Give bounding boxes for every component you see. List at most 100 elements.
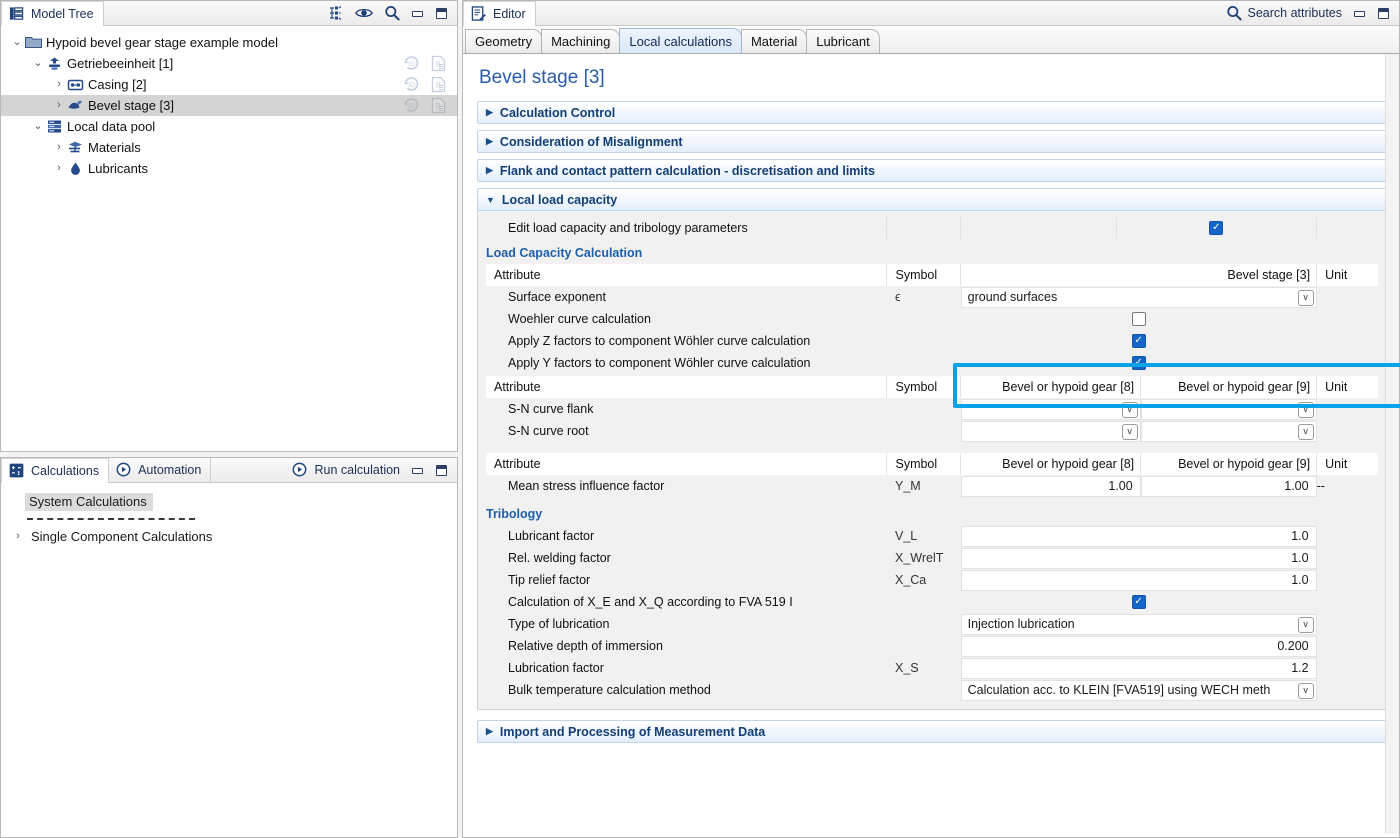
table-row-sn-curve-flank[interactable]: S-N curve flank v v <box>486 398 1378 420</box>
search-attributes-button[interactable]: Search attributes <box>1226 5 1343 21</box>
tab-model-tree[interactable]: Model Tree <box>1 1 104 26</box>
table-row-relative-depth-of-immersion[interactable]: Relative depth of immersion 0.200 <box>486 635 1378 657</box>
tab-local-calculations[interactable]: Local calculations <box>619 28 742 53</box>
chevron-down-icon[interactable]: v <box>1298 683 1314 699</box>
tab-editor[interactable]: Editor <box>463 1 536 26</box>
table-row-bulk-temperature-method[interactable]: Bulk temperature calculation method Calc… <box>486 679 1378 701</box>
table-row-lubricant-factor[interactable]: Lubricant factor V_L 1.0 <box>486 525 1378 547</box>
apply-z-factors-checkbox[interactable]: ✓ <box>1132 334 1146 348</box>
expander-icon[interactable]: ⌄ <box>30 58 46 69</box>
woehler-curve-checkbox-wrap[interactable]: ✓ <box>961 309 1317 330</box>
section-import-and-processing[interactable]: ▶ Import and Processing of Measurement D… <box>477 720 1387 743</box>
table-row-apply-y-factors[interactable]: Apply Y factors to component Wöhler curv… <box>486 352 1378 374</box>
editor-minimize-button[interactable] <box>1353 7 1366 20</box>
calc-item-single-component-calculations[interactable]: › Single Component Calculations <box>1 525 457 547</box>
mean-stress-input-9[interactable]: 1.00 <box>1141 476 1317 497</box>
3d-view-icon[interactable]: 3D <box>403 55 420 72</box>
calculation-xe-xq-checkbox[interactable]: ✓ <box>1132 595 1146 609</box>
tree-node-getriebeeinheit[interactable]: ⌄ Getriebeeinheit [1] 3D R <box>1 53 457 74</box>
table-row-apply-z-factors[interactable]: Apply Z factors to component Wöhler curv… <box>486 330 1378 352</box>
sn-curve-root-combo-9[interactable]: v <box>1141 421 1317 442</box>
bulk-temperature-method-combo[interactable]: Calculation acc. to KLEIN [FVA519] using… <box>961 680 1317 701</box>
table-row[interactable]: Edit load capacity and tribology paramet… <box>486 217 1378 239</box>
chevron-down-icon[interactable]: v <box>1122 424 1138 440</box>
chevron-down-icon[interactable]: v <box>1298 402 1314 418</box>
table-row-woehler-curve-calculation[interactable]: Woehler curve calculation ✓ <box>486 308 1378 330</box>
edit-params-checkbox[interactable]: ✓ <box>1209 221 1223 235</box>
calc-item-system-calculations[interactable]: System Calculations <box>1 491 457 513</box>
section-calculation-control[interactable]: ▶ Calculation Control <box>477 101 1387 124</box>
tree-node-local-data-pool[interactable]: ⌄ Local data pool <box>1 116 457 137</box>
lubrication-factor-input[interactable]: 1.2 <box>961 658 1317 679</box>
table-row-calculation-xe-xq[interactable]: Calculation of X_E and X_Q according to … <box>486 591 1378 613</box>
chevron-down-icon[interactable]: v <box>1298 290 1314 306</box>
table-row-lubrication-factor[interactable]: Lubrication factor X_S 1.2 <box>486 657 1378 679</box>
tip-relief-factor-value: 1.0 <box>1291 573 1308 587</box>
tab-calculations[interactable]: Calculations <box>1 458 109 483</box>
expander-icon[interactable]: › <box>51 79 67 90</box>
sn-curve-flank-combo-8[interactable]: v <box>961 399 1141 420</box>
model-tree-maximize-button[interactable] <box>435 7 448 20</box>
tree-node-materials[interactable]: › Materials <box>1 137 457 158</box>
tree-node-bevel-stage[interactable]: › Bevel stage [3] 3D R <box>1 95 457 116</box>
edit-params-checkbox-wrap[interactable]: ✓ <box>1117 218 1316 239</box>
eye-icon[interactable] <box>355 6 373 20</box>
expander-icon[interactable]: › <box>51 100 67 111</box>
editor-vertical-scrollbar[interactable] <box>1385 54 1399 834</box>
expander-icon[interactable]: › <box>9 531 27 542</box>
sn-curve-flank-combo-9[interactable]: v <box>1141 399 1317 420</box>
table-row-tip-relief-factor[interactable]: Tip relief factor X_Ca 1.0 <box>486 569 1378 591</box>
tab-lubricant[interactable]: Lubricant <box>806 29 879 53</box>
tree-node-casing[interactable]: › Casing [2] 3D R <box>1 74 457 95</box>
expander-icon[interactable]: › <box>51 163 67 174</box>
table-row-rel-welding-factor[interactable]: Rel. welding factor X_WrelT 1.0 <box>486 547 1378 569</box>
3d-view-icon[interactable]: 3D <box>403 97 420 114</box>
chevron-down-icon[interactable]: v <box>1122 402 1138 418</box>
relative-depth-input[interactable]: 0.200 <box>961 636 1317 657</box>
3d-view-icon[interactable]: 3D <box>403 76 420 93</box>
tab-machining[interactable]: Machining <box>541 29 620 53</box>
expander-icon[interactable]: › <box>51 142 67 153</box>
report-icon[interactable]: R <box>430 97 447 114</box>
editor-maximize-button[interactable] <box>1377 7 1390 20</box>
tree-filter-icon[interactable] <box>328 5 344 21</box>
table-row-type-of-lubrication[interactable]: Type of lubrication Injection lubricatio… <box>486 613 1378 635</box>
chevron-down-icon[interactable]: v <box>1298 617 1314 633</box>
section-flank-and-contact-pattern[interactable]: ▶ Flank and contact pattern calculation … <box>477 159 1387 182</box>
type-of-lubrication-combo[interactable]: Injection lubrication v <box>961 614 1317 635</box>
report-icon[interactable]: R <box>430 55 447 72</box>
expander-icon[interactable]: ⌄ <box>30 121 46 132</box>
surface-exponent-combo[interactable]: ground surfaces v <box>961 287 1317 308</box>
apply-z-factors-checkbox-wrap[interactable]: ✓ <box>961 331 1317 352</box>
section-consideration-of-misalignment[interactable]: ▶ Consideration of Misalignment <box>477 130 1387 153</box>
table-row-surface-exponent[interactable]: Surface exponent ϵ ground surfaces v <box>486 286 1378 308</box>
table-row-sn-curve-root[interactable]: S-N curve root v v <box>486 420 1378 442</box>
calculation-xe-xq-checkbox-wrap[interactable]: ✓ <box>961 592 1317 613</box>
tab-automation[interactable]: Automation <box>109 458 211 482</box>
search-icon[interactable] <box>384 5 400 21</box>
calculations-maximize-button[interactable] <box>435 464 448 477</box>
tab-material[interactable]: Material <box>741 29 807 53</box>
row-label: Lubrication factor <box>486 657 887 679</box>
lubricant-factor-input[interactable]: 1.0 <box>961 526 1317 547</box>
tree-node-root[interactable]: ⌄ Hypoid bevel gear stage example model <box>1 32 457 53</box>
run-calculation-label: Run calculation <box>315 463 400 477</box>
calculations-minimize-button[interactable] <box>411 464 424 477</box>
section-local-load-capacity[interactable]: ▼ Local load capacity <box>477 188 1387 211</box>
report-icon[interactable]: R <box>430 76 447 93</box>
apply-y-factors-checkbox-wrap[interactable]: ✓ <box>961 353 1317 374</box>
rel-welding-factor-input[interactable]: 1.0 <box>961 548 1317 569</box>
tab-geometry[interactable]: Geometry <box>465 29 542 53</box>
woehler-curve-checkbox[interactable]: ✓ <box>1132 312 1146 326</box>
tree-node-lubricants[interactable]: › Lubricants <box>1 158 457 179</box>
apply-y-factors-checkbox[interactable]: ✓ <box>1132 356 1146 370</box>
run-calculation-button[interactable]: Run calculation <box>292 462 400 478</box>
sn-curve-root-combo-8[interactable]: v <box>961 421 1141 442</box>
tip-relief-factor-input[interactable]: 1.0 <box>961 570 1317 591</box>
table-row-mean-stress-influence-factor[interactable]: Mean stress influence factor Y_M 1.00 1.… <box>486 475 1378 497</box>
model-tree-minimize-button[interactable] <box>411 7 424 20</box>
chevron-down-icon[interactable]: v <box>1298 424 1314 440</box>
expander-icon[interactable]: ⌄ <box>9 37 25 48</box>
mean-stress-input-8[interactable]: 1.00 <box>961 476 1141 497</box>
table-header-row: Attribute Symbol Bevel or hypoid gear [8… <box>486 376 1378 398</box>
